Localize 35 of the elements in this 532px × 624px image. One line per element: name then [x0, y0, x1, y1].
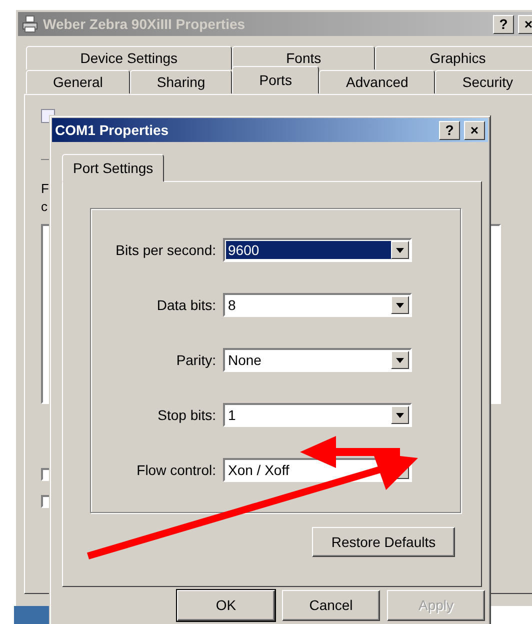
- field-label: Parity:: [175, 350, 217, 370]
- restore-defaults-button[interactable]: Restore Defaults: [312, 527, 455, 557]
- field-label: Flow control:: [136, 460, 217, 480]
- text-fragment: F: [41, 180, 49, 198]
- dropdown-arrow-icon[interactable]: [396, 248, 404, 252]
- window-title: Weber Zebra 90XiIII Properties: [43, 14, 246, 34]
- tab[interactable]: Device Settings: [26, 46, 232, 70]
- dropdown-arrow-icon[interactable]: [396, 302, 404, 308]
- field-label: Bits per second:: [114, 240, 217, 260]
- dropdown[interactable]: None: [223, 348, 412, 372]
- taskbar: [14, 606, 50, 624]
- close-button[interactable]: ×: [464, 120, 485, 140]
- dropdown-arrow-icon[interactable]: [396, 412, 404, 418]
- field-label: Stop bits:: [156, 406, 217, 425]
- help-button[interactable]: ?: [493, 14, 514, 34]
- window-title: COM1 Properties: [55, 120, 170, 140]
- tab[interactable]: Sharing: [130, 70, 232, 94]
- dropdown[interactable]: 1: [223, 403, 412, 427]
- cancel-button[interactable]: Cancel: [282, 590, 380, 621]
- tab[interactable]: Advanced: [319, 70, 436, 94]
- tab[interactable]: Port Settings: [62, 154, 164, 182]
- text-fragment: c: [41, 198, 48, 216]
- dropdown-arrow-icon[interactable]: [396, 358, 404, 362]
- tab[interactable]: Security: [435, 70, 532, 94]
- close-button[interactable]: ×: [518, 14, 532, 34]
- tab[interactable]: Fonts: [232, 46, 376, 70]
- help-button[interactable]: ?: [439, 120, 460, 140]
- tab[interactable]: Graphics: [375, 46, 532, 70]
- tab[interactable]: Ports: [232, 66, 319, 94]
- tab[interactable]: General: [26, 70, 130, 94]
- dropdown[interactable]: 9600: [223, 238, 412, 262]
- ok-button[interactable]: OK: [177, 590, 275, 621]
- printer-icon: [21, 15, 39, 33]
- dropdown[interactable]: 8: [223, 293, 412, 317]
- field-label: Data bits:: [156, 296, 217, 314]
